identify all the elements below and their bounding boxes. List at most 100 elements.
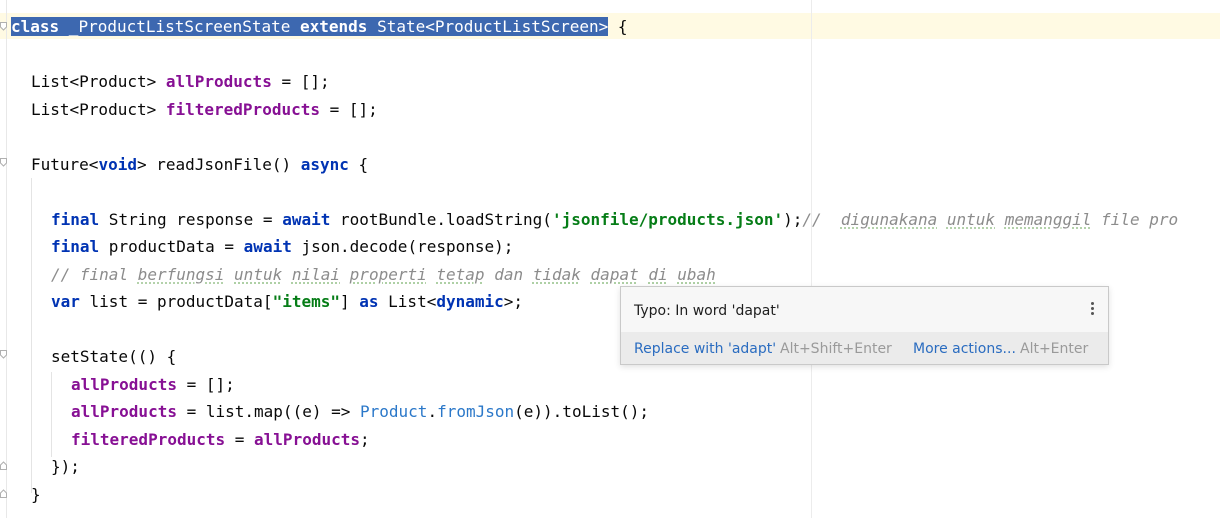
field-name: allProducts (71, 402, 177, 421)
code-text: ; (360, 430, 370, 449)
comment-word: dan (494, 265, 524, 284)
comment-text (581, 265, 591, 284)
typo-word[interactable]: di (648, 265, 667, 284)
comment-text (427, 265, 437, 284)
typo-word[interactable]: tetap (436, 265, 484, 284)
typo-intention-popup[interactable]: Typo: In word 'dapat' Replace with 'adap… (620, 286, 1109, 365)
code-line-close[interactable]: } (31, 481, 41, 508)
code-text: ] (340, 292, 360, 311)
comment-text (340, 265, 350, 284)
comment-text (282, 265, 292, 284)
string-literal: "items" (272, 292, 340, 311)
comment-text (937, 210, 947, 229)
field-name: allProducts (165, 72, 272, 91)
brace: { (348, 155, 369, 174)
typo-word[interactable]: nilai (292, 265, 340, 284)
keyword: class (11, 17, 60, 36)
code-line-comment[interactable]: // final berfungsi untuk nilai properti … (51, 261, 716, 288)
comment-text: file pro (1091, 210, 1179, 229)
popup-title: Typo: In word 'dapat' (634, 303, 780, 319)
comment-text (224, 265, 234, 284)
code-text: ); (783, 210, 803, 229)
class-reference: Product (360, 402, 428, 421)
type: List<Product> (31, 72, 166, 91)
typo-word[interactable]: untuk (947, 210, 995, 229)
code-line-assign[interactable]: filteredProducts = allProducts; (71, 426, 370, 453)
code-text: (e)).toList(); (514, 402, 649, 421)
fold-arrow-icon[interactable] (0, 350, 7, 359)
typo-word[interactable]: tidak (533, 265, 581, 284)
field-name: allProducts (71, 375, 177, 394)
typo-word-dapat[interactable]: dapat (591, 265, 639, 284)
keyword: final (51, 210, 100, 229)
typo-word[interactable]: ubah (677, 265, 716, 284)
field-name: allProducts (254, 430, 360, 449)
keyword: void (98, 155, 137, 174)
replace-with-adapt-action[interactable]: Replace with 'adapt' (634, 341, 776, 357)
keyword: as (359, 292, 379, 311)
code-line-load-string[interactable]: final String response = await rootBundle… (51, 206, 1178, 233)
code-line-assign[interactable]: allProducts = []; (71, 371, 235, 398)
code-text: = (225, 430, 255, 449)
code-text: } (31, 485, 41, 504)
code-line-method-signature[interactable]: Future<void> readJsonFile() async { (31, 151, 368, 178)
code-editor[interactable]: class _ProductListScreenState extends St… (0, 0, 1220, 518)
code-line-field[interactable]: List<Product> filteredProducts = []; (31, 96, 378, 123)
comment: // digunakana untuk memanggil file pro (802, 210, 1178, 229)
shortcut-hint: Alt+Shift+Enter (780, 341, 892, 357)
indent-guide (51, 372, 52, 457)
typo-word[interactable]: memanggil (1005, 210, 1092, 229)
indent-guide (31, 178, 32, 493)
class-name: _ProductListScreenState (59, 17, 300, 36)
string-literal: 'jsonfile/products.json' (551, 210, 784, 229)
code-text: = []; (271, 72, 330, 91)
code-text: list = productData[ (79, 292, 273, 311)
comment: // final berfungsi untuk nilai properti … (51, 265, 716, 284)
code-text: rootBundle.loadString( (330, 210, 552, 229)
fold-end-icon[interactable] (0, 461, 7, 470)
more-actions-link[interactable]: More actions... (913, 341, 1016, 357)
comment-text (995, 210, 1005, 229)
selected-text[interactable]: class _ProductListScreenState extends St… (11, 17, 609, 36)
comment-text: // (802, 210, 841, 229)
code-line-close[interactable]: }); (51, 453, 80, 480)
keyword: extends (300, 17, 368, 36)
code-text: . (427, 402, 438, 421)
type: List<Product> (31, 100, 166, 119)
fold-arrow-icon[interactable] (0, 22, 7, 31)
right-margin-guide (811, 0, 812, 518)
keyword: dynamic (436, 292, 504, 311)
code-text: }); (51, 457, 80, 476)
code-text: = list.map((e) => (176, 402, 360, 421)
keyword: final (51, 237, 100, 256)
comment-text (485, 265, 495, 284)
popup-actions-bar: Replace with 'adapt' Alt+Shift+Enter Mor… (621, 332, 1108, 364)
typo-word[interactable]: properti (350, 265, 427, 284)
keyword: async (300, 155, 349, 174)
code-line-map[interactable]: allProducts = list.map((e) => Product.fr… (71, 398, 649, 425)
method-reference: fromJson (437, 402, 515, 421)
code-line-class-declaration[interactable]: class _ProductListScreenState extends St… (11, 13, 628, 40)
code-line-field[interactable]: List<Product> allProducts = []; (31, 68, 330, 95)
code-text: json.decode(response); (291, 237, 514, 256)
code-line-list-cast[interactable]: var list = productData["items"] as List<… (51, 288, 523, 315)
comment-text (668, 265, 678, 284)
comment-text (523, 265, 533, 284)
typo-word[interactable]: untuk (234, 265, 282, 284)
fold-end-icon[interactable] (0, 489, 7, 498)
code-text: String response = (99, 210, 283, 229)
vertical-ellipsis-icon[interactable] (1085, 301, 1099, 319)
base-class: State<ProductListScreen> (367, 17, 609, 36)
code-line-setstate[interactable]: setState(() { (51, 343, 176, 370)
brace: { (608, 17, 628, 36)
code-text: > readJsonFile() (136, 155, 301, 174)
typo-word[interactable]: digunakana (841, 210, 937, 229)
typo-word[interactable]: berfungsi (138, 265, 225, 284)
field-name: filteredProducts (71, 430, 226, 449)
comment-text: // final (51, 265, 138, 284)
field-name: filteredProducts (165, 100, 320, 119)
code-text: List< (378, 292, 437, 311)
fold-arrow-icon[interactable] (0, 158, 7, 167)
code-line-json-decode[interactable]: final productData = await json.decode(re… (51, 233, 513, 260)
code-text: >; (503, 292, 524, 311)
